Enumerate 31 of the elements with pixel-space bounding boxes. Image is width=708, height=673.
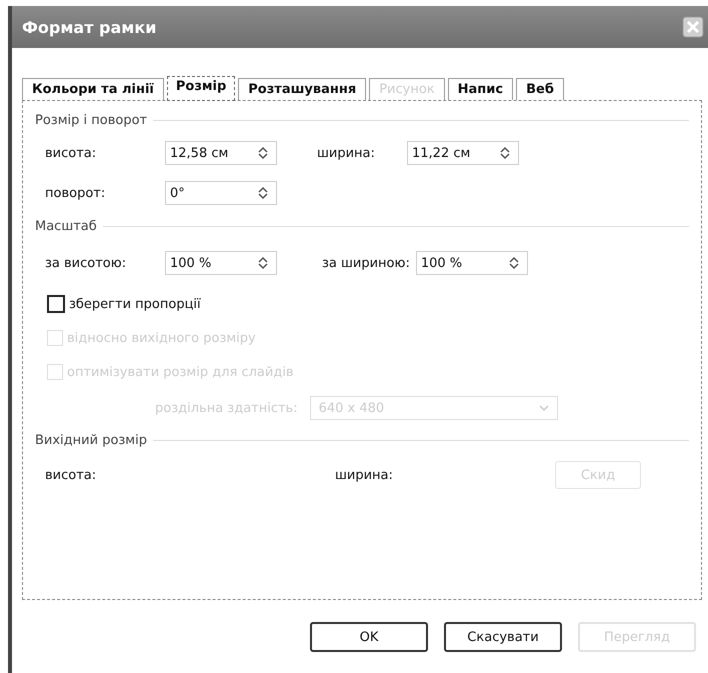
tab[interactable]: Напис [448,78,514,100]
tab[interactable]: Розташування [238,78,366,100]
field-label: поворот: [45,186,106,200]
tab[interactable]: Розмір [166,76,236,101]
field-label: висота: [45,468,98,482]
spin-field[interactable]: 100 % [416,251,528,275]
section-heading: Вихідний розмір [35,432,147,448]
dialog-button[interactable]: OK [310,622,428,652]
field-label: ширина: [317,146,376,160]
spinner-arrows-icon[interactable] [258,186,268,200]
field-label: за висотою: [45,256,128,270]
window-title: Формат рамки [22,18,156,36]
tab[interactable]: Веб [516,78,564,100]
spinner-arrows-icon[interactable] [508,256,519,270]
close-icon[interactable] [682,16,704,38]
spin-field[interactable]: 100 % [165,251,277,275]
tab[interactable]: Кольори та лінії [22,78,164,100]
field-label: ширина: [335,468,394,482]
section-heading: Розмір і поворот [35,112,148,128]
spin-field[interactable]: 12,58 см [165,141,277,165]
checkbox-label: зберегти пропорції [69,296,201,312]
checkbox[interactable] [47,295,65,313]
section-heading: Масштаб [35,218,97,234]
field-label: висота: [45,146,98,160]
dialog-button[interactable]: Скасувати [444,622,562,652]
spinner-arrows-icon[interactable] [258,146,268,160]
field-label: за шириною: [322,256,410,270]
spin-field[interactable]: 11,22 см [407,141,519,165]
spinner-arrows-icon[interactable] [258,256,268,270]
spin-field[interactable]: 0° [165,181,277,205]
spinner-arrows-icon[interactable] [500,146,510,160]
